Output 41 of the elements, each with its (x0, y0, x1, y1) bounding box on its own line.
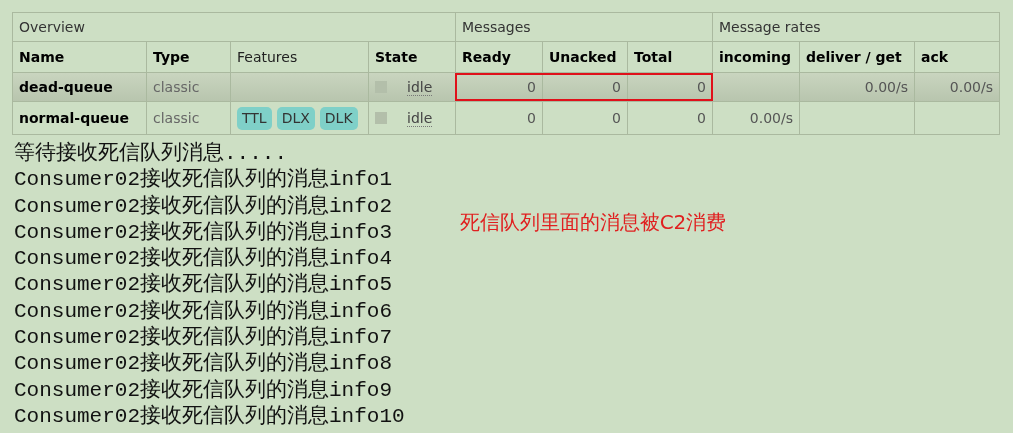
table-cell: classic (147, 102, 230, 134)
queue-name-cell[interactable]: normal-queue (13, 102, 146, 134)
state-text: idle (407, 78, 433, 96)
column-header[interactable]: State (369, 42, 455, 72)
table-cell: 0 (543, 102, 627, 134)
console-line: 等待接收死信队列消息..... (14, 141, 288, 167)
console-line: Consumer02接收死信队列的消息info3 (14, 219, 394, 246)
table-cell: 0.00/s (713, 102, 799, 134)
table-cell: 0.00/s (915, 73, 999, 101)
column-header[interactable]: Ready (456, 42, 542, 72)
console-line: Consumer02接收死信队列的消息info4 (14, 246, 394, 272)
column-header[interactable]: ack (915, 42, 999, 72)
feature-tag: DLK (319, 106, 358, 130)
table-cell: 0.00/s (800, 73, 914, 101)
feature-tag: TTL (237, 106, 272, 130)
queue-name-cell[interactable]: dead-queue (13, 73, 146, 101)
group-header: Messages (462, 17, 531, 37)
console-line: Consumer02接收死信队列的消息info2 (14, 193, 394, 220)
state-text: idle (407, 109, 433, 127)
console-line: Consumer02接收死信队列的消息info6 (14, 298, 394, 325)
annotation-text: 死信队列里面的消息被C2消费 (459, 209, 727, 236)
column-header[interactable]: Total (628, 42, 712, 72)
table-cell: 0 (456, 102, 542, 134)
column-header[interactable]: incoming (713, 42, 799, 72)
column-header[interactable]: Name (13, 42, 146, 72)
table-cell: classic (147, 73, 230, 101)
console-line: Consumer02接收死信队列的消息info9 (14, 377, 394, 404)
console-line: Consumer02接收死信队列的消息info10 (14, 403, 405, 430)
table-cell: 0 (628, 102, 712, 134)
console-line: Consumer02接收死信队列的消息info8 (14, 351, 394, 378)
feature-tag: DLX (276, 106, 315, 130)
console-line: Consumer02接收死信队列的消息info7 (14, 325, 394, 351)
console-line: Consumer02接收死信队列的消息info5 (14, 272, 394, 299)
column-header[interactable]: Unacked (543, 42, 627, 72)
group-header: Overview (19, 17, 85, 37)
console-line: Consumer02接收死信队列的消息info1 (14, 167, 394, 194)
column-header[interactable]: deliver / get (800, 42, 914, 72)
column-header[interactable]: Type (147, 42, 230, 72)
group-header: Message rates (719, 17, 821, 37)
column-header[interactable]: Features (231, 42, 368, 72)
status-square-icon (375, 112, 387, 124)
